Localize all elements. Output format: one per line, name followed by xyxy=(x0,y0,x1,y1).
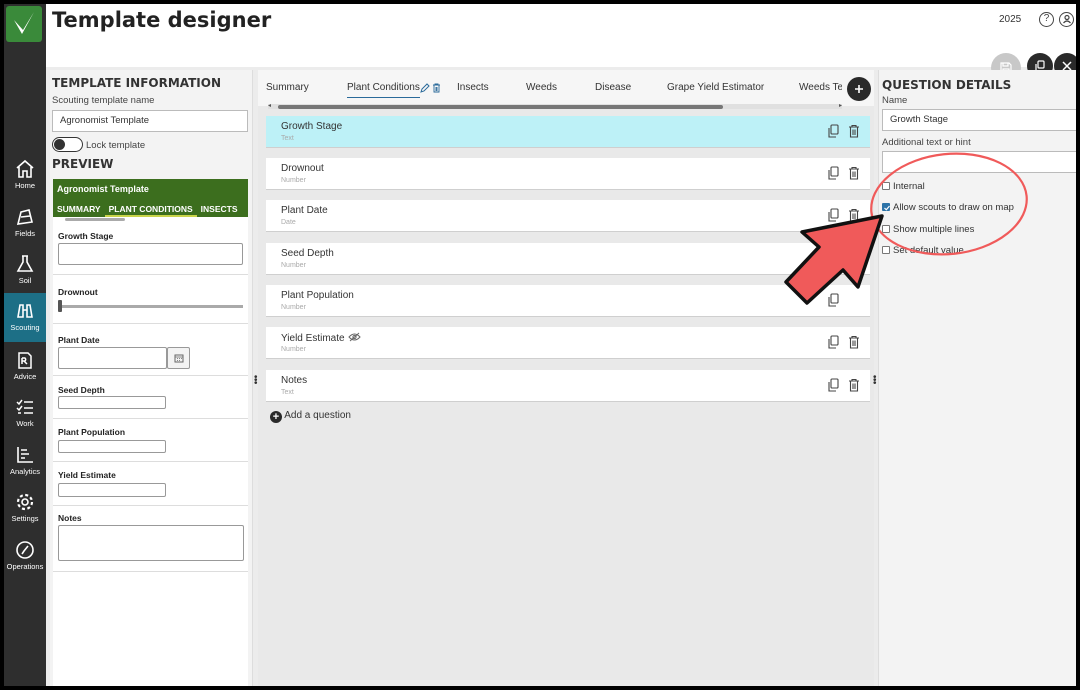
app-window: Home Fields Soil Scouting Advice Work An… xyxy=(4,4,1076,686)
annotation-arrow xyxy=(784,214,884,305)
annotation-circle xyxy=(870,152,1028,256)
annotation-overlay xyxy=(784,152,1028,305)
